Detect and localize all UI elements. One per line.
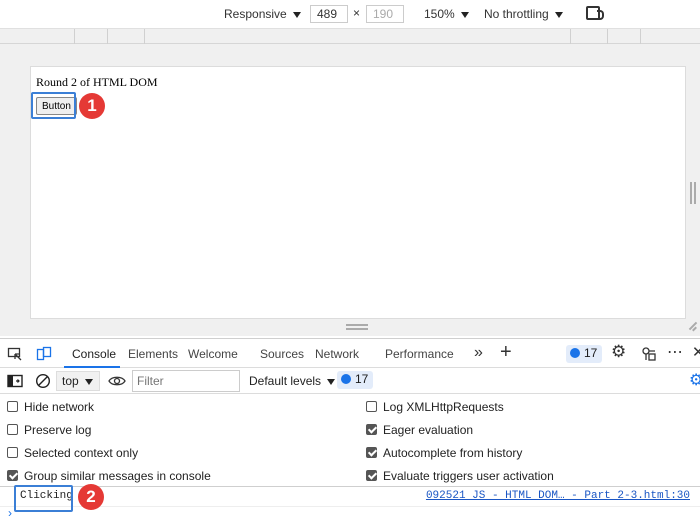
ruler-tick <box>107 29 108 44</box>
chevron-down-icon <box>460 11 469 18</box>
width-input[interactable]: 489 <box>310 5 348 23</box>
setting-label: Selected context only <box>24 446 139 460</box>
media-query-ruler <box>0 29 700 44</box>
setting-autocomplete-history[interactable]: Autocomplete from history <box>366 446 522 460</box>
setting-preserve-log[interactable]: Preserve log <box>7 423 91 437</box>
highlight-box-1 <box>31 92 76 119</box>
more-tabs-icon[interactable]: » <box>474 344 483 362</box>
message-bubble-icon <box>341 374 351 384</box>
setting-hide-network[interactable]: Hide network <box>7 400 94 414</box>
device-toolbar: Responsive 489 × 190 150% No throttling <box>0 0 700 29</box>
tab-elements[interactable]: Elements <box>128 347 178 361</box>
resize-handle-right[interactable] <box>690 182 696 204</box>
zoom-label: 150% <box>424 7 455 21</box>
tab-performance[interactable]: Performance <box>385 347 454 361</box>
setting-label: Preserve log <box>24 423 92 437</box>
setting-label: Hide network <box>24 400 95 414</box>
page-viewport: Round 2 of HTML DOM Button <box>30 66 686 319</box>
issues-count-button[interactable]: 17 <box>337 371 374 389</box>
add-tab-icon[interactable]: + <box>500 341 512 364</box>
setting-label: Autocomplete from history <box>383 446 523 460</box>
context-label: top <box>62 374 79 388</box>
chevron-down-icon <box>292 11 301 18</box>
setting-group-similar[interactable]: Group similar messages in console <box>7 469 211 483</box>
log-levels-label: Default levels <box>249 374 322 388</box>
console-source-link[interactable]: 092521 JS - HTML DOM… - Part 2-3.html:30 <box>426 490 690 502</box>
ruler-tick <box>607 29 608 44</box>
page-heading: Round 2 of HTML DOM <box>36 75 158 89</box>
throttling-select[interactable]: No throttling <box>484 7 563 21</box>
more-options-icon[interactable]: ⋯ <box>667 342 683 362</box>
ruler-tick <box>640 29 641 44</box>
checkbox[interactable] <box>366 401 377 412</box>
setting-label: Group similar messages in console <box>24 469 211 483</box>
times-sign: × <box>353 6 361 20</box>
tab-sources[interactable]: Sources <box>260 347 304 361</box>
tab-welcome[interactable]: Welcome <box>188 347 238 361</box>
setting-evaluate-triggers[interactable]: Evaluate triggers user activation <box>366 469 554 483</box>
ruler-tick <box>570 29 571 44</box>
context-select[interactable]: top <box>56 371 100 391</box>
rotate-icon[interactable] <box>586 6 604 20</box>
console-prompt-icon[interactable]: › <box>8 506 12 520</box>
step-badge-1: 1 <box>79 93 105 119</box>
inspect-icon[interactable] <box>7 346 23 362</box>
eye-icon[interactable] <box>108 374 126 388</box>
checkbox[interactable] <box>7 447 18 458</box>
close-icon[interactable]: ✕ <box>692 343 700 361</box>
setting-label: Log XMLHttpRequests <box>383 400 504 414</box>
console-message-row: Clicking 092521 JS - HTML DOM… - Part 2-… <box>0 487 700 507</box>
resize-handle-bottom[interactable] <box>346 324 368 330</box>
console-toolbar: top Default levels 17 ⚙ <box>0 368 700 394</box>
issues-count-button[interactable]: 17 <box>566 345 603 363</box>
chevron-down-icon <box>554 11 563 18</box>
checkbox[interactable] <box>7 424 18 435</box>
devtools-tabbar: Console Elements Welcome Sources Network… <box>0 338 700 368</box>
device-mode-select[interactable]: Responsive <box>224 7 301 21</box>
issues-count: 17 <box>355 372 369 386</box>
zoom-select[interactable]: 150% <box>424 7 469 21</box>
checkbox[interactable] <box>7 401 18 412</box>
log-levels-select[interactable]: Default levels <box>249 374 336 388</box>
setting-selected-context-only[interactable]: Selected context only <box>7 446 138 460</box>
device-emulation-icon[interactable] <box>36 346 52 362</box>
filter-input[interactable] <box>132 370 240 392</box>
issues-count: 17 <box>584 346 598 360</box>
customize-icon[interactable] <box>641 346 657 362</box>
resize-handle-corner[interactable] <box>686 320 698 332</box>
setting-label: Eager evaluation <box>383 423 474 437</box>
step-badge-2: 2 <box>78 484 104 510</box>
chevron-down-icon <box>84 378 93 385</box>
checkbox-checked[interactable] <box>366 447 377 458</box>
gear-icon[interactable]: ⚙ <box>689 370 700 390</box>
checkbox-checked[interactable] <box>366 470 377 481</box>
setting-eager-evaluation[interactable]: Eager evaluation <box>366 423 473 437</box>
setting-log-xhr[interactable]: Log XMLHttpRequests <box>366 400 504 414</box>
highlight-box-2 <box>14 485 73 512</box>
checkbox-checked[interactable] <box>366 424 377 435</box>
tab-console[interactable]: Console <box>72 347 116 361</box>
device-mode-label: Responsive <box>224 7 287 21</box>
message-bubble-icon <box>570 348 580 358</box>
chevron-down-icon <box>327 378 336 385</box>
checkbox-checked[interactable] <box>7 470 18 481</box>
sidebar-toggle-icon[interactable] <box>7 374 23 388</box>
height-input[interactable]: 190 <box>366 5 404 23</box>
gear-icon[interactable]: ⚙ <box>611 342 626 362</box>
throttling-label: No throttling <box>484 7 549 21</box>
ruler-tick <box>144 29 145 44</box>
tab-network[interactable]: Network <box>315 347 359 361</box>
setting-label: Evaluate triggers user activation <box>383 469 554 483</box>
console-settings: Hide network Preserve log Selected conte… <box>0 395 700 487</box>
ruler-tick <box>74 29 75 44</box>
clear-console-icon[interactable] <box>35 373 51 389</box>
